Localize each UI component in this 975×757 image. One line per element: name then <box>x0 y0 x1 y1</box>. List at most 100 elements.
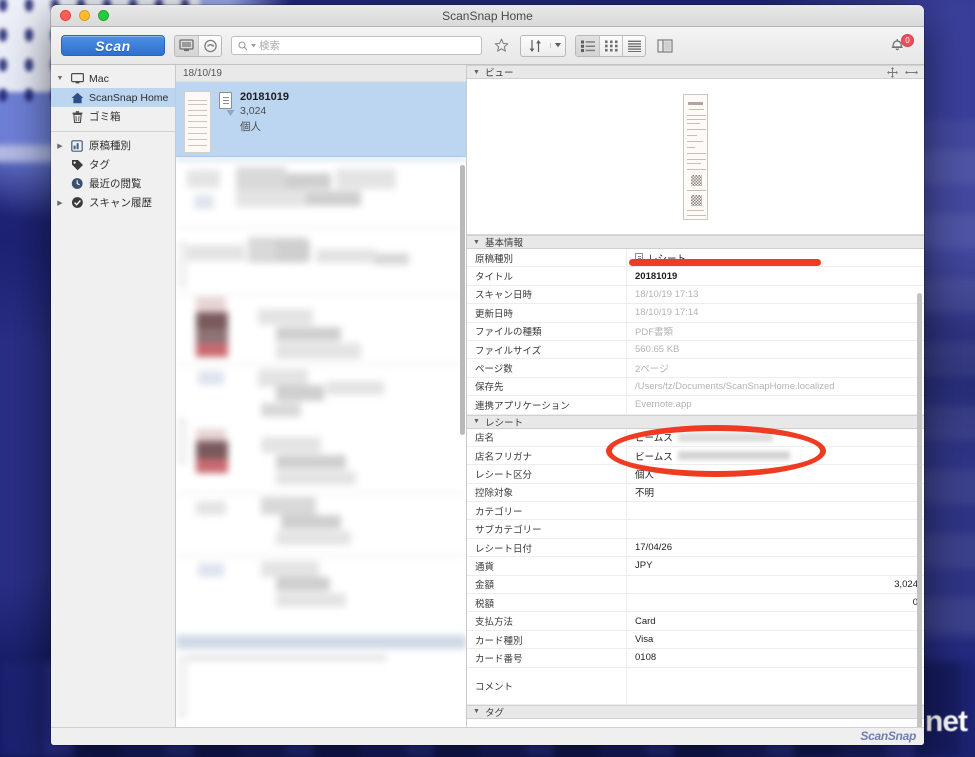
sidebar-item-doctype[interactable]: ▶ 原稿種別 <box>51 136 175 155</box>
sidebar-item-recent[interactable]: 最近の閲覧 <box>51 174 175 193</box>
fit-page-icon[interactable] <box>887 66 898 78</box>
sidebar-item-scansnap-home[interactable]: ScanSnap Home <box>51 88 175 107</box>
monitor-icon[interactable] <box>175 35 198 56</box>
row-key: スキャン日時 <box>467 285 627 304</box>
row-value[interactable]: Visa <box>627 634 924 645</box>
tag-section-header[interactable]: ▼ タグ <box>467 704 924 719</box>
sidebar-item-scan-history[interactable]: ▶ スキャン履歴 <box>51 193 175 212</box>
row-key: ファイルの種類 <box>467 322 627 340</box>
row-key: カテゴリー <box>467 502 627 520</box>
tag-section-title: タグ <box>484 707 504 719</box>
row-value: 2ページ <box>635 364 669 376</box>
table-row[interactable]: カード番号 0108 <box>467 649 924 668</box>
cloud-sync-icon[interactable] <box>198 35 221 56</box>
scan-button[interactable]: Scan <box>61 35 165 56</box>
sidebar-item-trash[interactable]: ゴミ箱 <box>51 107 175 126</box>
table-row[interactable]: 税額 0 <box>467 594 924 613</box>
viewer-section-header[interactable]: ▼ ビュー <box>467 65 924 79</box>
table-row[interactable]: レシート日付 17/04/26 <box>467 538 924 558</box>
disclosure-triangle-open-icon[interactable]: ▼ <box>55 75 65 82</box>
basic-info-section-header[interactable]: ▼ 基本情報 <box>467 235 924 249</box>
row-key: ファイルサイズ <box>467 340 627 359</box>
row-value[interactable]: 0 <box>627 597 924 608</box>
annotation-underline-doctype <box>629 259 821 266</box>
table-row[interactable]: 通貨 JPY <box>467 557 924 576</box>
sidebar-item-label: ScanSnap Home <box>89 91 169 104</box>
row-key: 通貨 <box>467 557 627 575</box>
home-icon <box>69 92 85 104</box>
scansnap-home-window: ScanSnap Home Scan 検索 0 ▼ Mac ScanSnap H… <box>51 5 924 745</box>
grid-view-button[interactable] <box>599 35 622 56</box>
basic-info-rows: 原稿種別 レシート タイトル 20181019 スキャン日時 18/10/19 … <box>467 249 924 415</box>
table-row[interactable]: カテゴリー <box>467 502 924 521</box>
history-check-icon <box>69 196 85 209</box>
list-scrollbar[interactable] <box>460 165 465 435</box>
row-value: /Users/tz/Documents/ScanSnapHome.localiz… <box>635 380 835 392</box>
search-scope-chevron-icon[interactable] <box>251 43 256 48</box>
row-value[interactable]: 17/04/26 <box>627 542 924 553</box>
sort-control[interactable] <box>520 34 566 57</box>
row-value: 18/10/19 17:14 <box>635 307 699 319</box>
sidebar-item-label: ゴミ箱 <box>89 111 121 123</box>
table-row[interactable]: 控除対象 不明 <box>467 483 924 503</box>
table-row: ファイルの種類 PDF書類 <box>467 322 924 341</box>
viewer-header-actions <box>887 66 918 78</box>
disclosure-triangle-closed-icon[interactable]: ▶ <box>55 199 65 207</box>
row-value[interactable]: Card <box>627 616 924 627</box>
chevron-down-icon[interactable] <box>550 43 565 48</box>
table-row[interactable]: サブカテゴリー <box>467 520 924 539</box>
detail-view-button[interactable] <box>622 35 645 56</box>
row-value[interactable]: 20181019 <box>627 271 924 282</box>
document-list-blurred-items[interactable] <box>176 157 466 727</box>
sidebar-item-label: Mac <box>89 72 109 85</box>
list-item-title: 20181019 <box>240 91 289 103</box>
row-key: 税額 <box>467 594 627 612</box>
fit-width-icon[interactable] <box>905 68 918 77</box>
document-thumbnail <box>184 91 211 153</box>
row-value[interactable]: JPY <box>627 560 924 571</box>
main-toolbar: Scan 検索 0 <box>51 27 924 65</box>
basic-info-section-title: 基本情報 <box>484 238 523 249</box>
row-key: 店名フリガナ <box>467 446 627 465</box>
split-panel-icon[interactable] <box>655 35 675 57</box>
star-icon[interactable] <box>491 35 511 57</box>
row-key: 金額 <box>467 575 627 594</box>
list-item-category: 個人 <box>240 121 261 133</box>
sidebar-item-tag[interactable]: タグ <box>51 155 175 174</box>
disclosure-triangle-open-icon[interactable]: ▼ <box>473 239 480 246</box>
list-item[interactable]: 20181019 3,024 個人 <box>176 82 466 157</box>
row-key: 控除対象 <box>467 483 627 502</box>
row-key: コメント <box>467 667 627 704</box>
disclosure-triangle-closed-icon[interactable]: ▶ <box>55 142 65 150</box>
row-value[interactable]: 不明 <box>627 485 924 499</box>
row-key: カード番号 <box>467 649 627 667</box>
document-viewer[interactable] <box>467 79 924 235</box>
disclosure-triangle-open-icon[interactable]: ▼ <box>473 69 480 76</box>
row-value[interactable]: 0108 <box>627 652 924 663</box>
row-key: 更新日時 <box>467 304 627 322</box>
row-value[interactable]: 3,024 <box>627 579 924 590</box>
table-row: ページ数 2ページ <box>467 359 924 378</box>
table-row[interactable]: 支払方法 Card <box>467 612 924 631</box>
search-icon <box>238 40 248 50</box>
list-view-button[interactable] <box>576 35 599 56</box>
search-input[interactable]: 検索 <box>231 36 482 55</box>
table-row[interactable]: カード種別 Visa <box>467 630 924 650</box>
sidebar-item-mac[interactable]: ▼ Mac <box>51 69 175 88</box>
disclosure-triangle-open-icon[interactable]: ▼ <box>473 708 480 715</box>
sort-arrows-icon[interactable] <box>521 39 550 53</box>
row-key: レシート区分 <box>467 465 627 483</box>
table-row[interactable]: 金額 3,024 <box>467 575 924 595</box>
table-row[interactable]: コメント <box>467 667 924 705</box>
sidebar-item-label: スキャン履歴 <box>89 197 152 209</box>
disclosure-triangle-open-icon[interactable]: ▼ <box>473 418 480 425</box>
detail-scrollbar[interactable] <box>917 293 922 727</box>
row-key: レシート日付 <box>467 538 627 557</box>
notifications-button[interactable]: 0 <box>888 33 914 58</box>
expand-caret-icon[interactable] <box>226 109 235 118</box>
row-key: サブカテゴリー <box>467 520 627 538</box>
row-key: ページ数 <box>467 359 627 377</box>
row-key: タイトル <box>467 267 627 285</box>
annotation-circle-store-name <box>606 425 826 477</box>
table-row[interactable]: タイトル 20181019 <box>467 267 924 286</box>
